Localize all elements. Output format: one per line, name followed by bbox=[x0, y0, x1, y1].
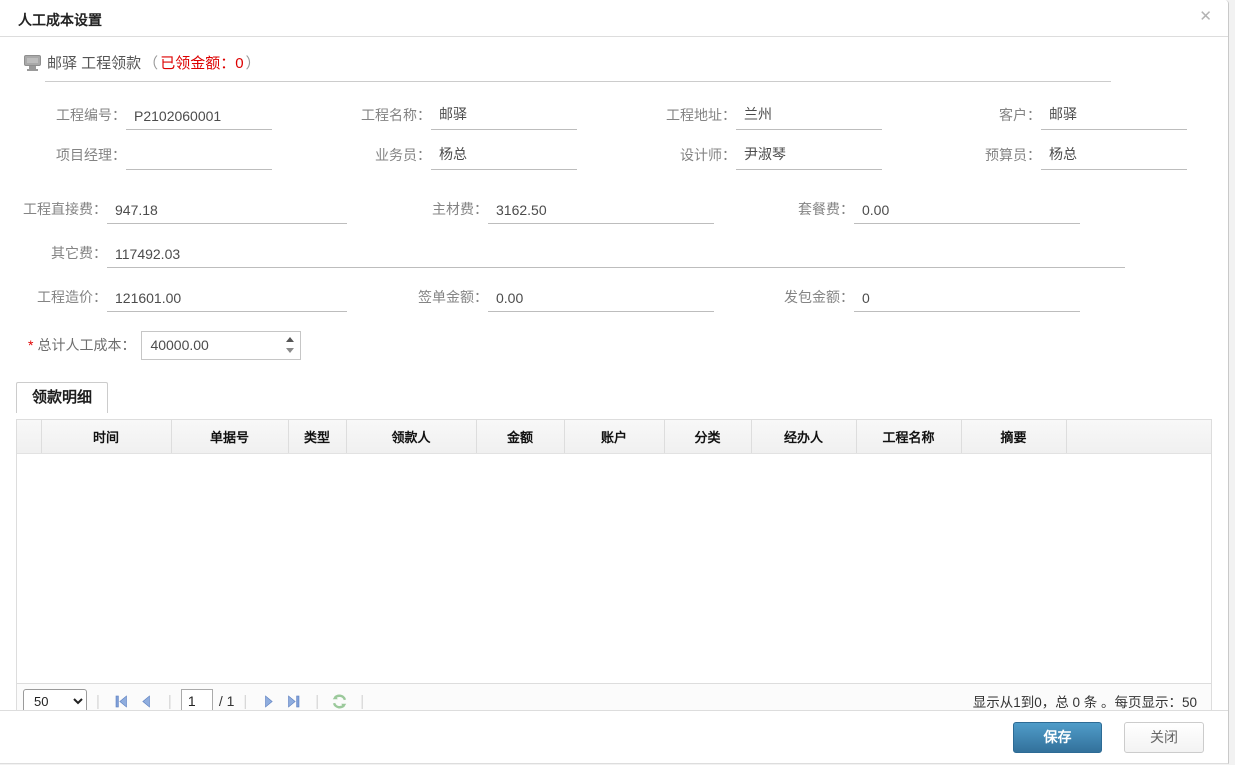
prev-page-icon[interactable] bbox=[139, 694, 154, 709]
sign-amount-value[interactable]: 0.00 bbox=[488, 290, 714, 312]
table-body-empty bbox=[17, 454, 1211, 683]
project-header: 邮驿 工程领款 （ 已领金额：0 ） bbox=[24, 52, 1228, 73]
project-cost-label: 工程造价： bbox=[16, 287, 107, 312]
project-manager-value[interactable] bbox=[126, 148, 272, 170]
next-page-icon[interactable] bbox=[261, 694, 276, 709]
other-fee-value[interactable]: 117492.03 bbox=[107, 246, 1125, 268]
total-labor-cost-field bbox=[141, 331, 301, 360]
col-payee[interactable]: 领款人 bbox=[346, 420, 476, 453]
payment-detail-table: 时间 单据号 类型 领款人 金额 账户 分类 经办人 工程名称 摘要 50 | bbox=[16, 419, 1212, 720]
page-total: / 1 bbox=[219, 693, 235, 709]
project-cost-value[interactable]: 121601.00 bbox=[107, 290, 347, 312]
col-receipt-no[interactable]: 单据号 bbox=[171, 420, 288, 453]
dialog-footer: 保存 关闭 bbox=[0, 710, 1228, 763]
contract-amount-label: 发包金额： bbox=[714, 287, 854, 312]
project-address-value[interactable]: 兰州 bbox=[736, 104, 882, 130]
col-category[interactable]: 分类 bbox=[664, 420, 751, 453]
other-fee-label: 其它费： bbox=[16, 243, 107, 268]
salesman-label: 业务员： bbox=[321, 145, 431, 170]
dialog-titlebar: 人工成本设置 ✕ bbox=[0, 0, 1228, 37]
project-address-label: 工程地址： bbox=[626, 105, 736, 130]
monitor-icon bbox=[24, 55, 41, 71]
header-underline bbox=[45, 81, 1111, 82]
paren-close: ） bbox=[246, 52, 261, 73]
total-labor-cost-label: 总计人工成本： bbox=[37, 335, 135, 355]
col-summary[interactable]: 摘要 bbox=[961, 420, 1066, 453]
material-fee-value[interactable]: 3162.50 bbox=[488, 202, 714, 224]
contract-amount-value[interactable]: 0 bbox=[854, 290, 1080, 312]
project-name-label: 工程名称： bbox=[321, 105, 431, 130]
save-button[interactable]: 保存 bbox=[1013, 722, 1102, 753]
labor-cost-dialog: 人工成本设置 ✕ 邮驿 工程领款 （ 已领金额：0 ） 工程编号： P21020… bbox=[0, 0, 1229, 764]
col-handler[interactable]: 经办人 bbox=[751, 420, 856, 453]
direct-fee-label: 工程直接费： bbox=[16, 199, 107, 224]
project-name-value[interactable]: 邮驿 bbox=[431, 104, 577, 130]
paren-open: （ bbox=[143, 52, 158, 73]
project-no-value[interactable]: P2102060001 bbox=[126, 108, 272, 130]
project-manager-label: 项目经理： bbox=[16, 145, 126, 170]
material-fee-label: 主材费： bbox=[347, 199, 488, 224]
refresh-icon[interactable] bbox=[332, 694, 347, 709]
spinner-down-icon[interactable] bbox=[286, 348, 294, 353]
close-icon[interactable]: ✕ bbox=[1199, 9, 1212, 24]
pagination-status: 显示从1到0，总 0 条 。每页显示：50 bbox=[973, 691, 1197, 711]
designer-value[interactable]: 尹淑琴 bbox=[736, 144, 882, 170]
project-no-label: 工程编号： bbox=[16, 105, 126, 130]
col-select bbox=[17, 420, 41, 453]
project-header-title: 邮驿 工程领款 bbox=[47, 52, 141, 73]
col-account[interactable]: 账户 bbox=[564, 420, 664, 453]
customer-value[interactable]: 邮驿 bbox=[1041, 104, 1187, 130]
direct-fee-value[interactable]: 947.18 bbox=[107, 202, 347, 224]
last-page-icon[interactable] bbox=[286, 694, 301, 709]
budgeter-label: 预算员： bbox=[931, 145, 1041, 170]
col-extra bbox=[1066, 420, 1211, 453]
project-form: 工程编号： P2102060001 工程名称： 邮驿 工程地址： 兰州 客户： … bbox=[0, 90, 1228, 370]
required-asterisk: * bbox=[28, 337, 33, 353]
table-header-row: 时间 单据号 类型 领款人 金额 账户 分类 经办人 工程名称 摘要 bbox=[17, 420, 1211, 453]
number-spinner[interactable] bbox=[286, 337, 294, 353]
col-type[interactable]: 类型 bbox=[288, 420, 346, 453]
dialog-title: 人工成本设置 bbox=[18, 10, 102, 30]
package-fee-value[interactable]: 0.00 bbox=[854, 202, 1080, 224]
first-page-icon[interactable] bbox=[114, 694, 129, 709]
customer-label: 客户： bbox=[931, 105, 1041, 130]
received-amount: 已领金额：0 bbox=[160, 52, 243, 73]
salesman-value[interactable]: 杨总 bbox=[431, 144, 577, 170]
designer-label: 设计师： bbox=[626, 145, 736, 170]
col-project-name[interactable]: 工程名称 bbox=[856, 420, 961, 453]
spinner-up-icon[interactable] bbox=[286, 337, 294, 342]
col-amount[interactable]: 金额 bbox=[476, 420, 564, 453]
total-labor-cost-input[interactable] bbox=[142, 332, 270, 359]
close-button[interactable]: 关闭 bbox=[1124, 722, 1204, 753]
sign-amount-label: 签单金额： bbox=[347, 287, 488, 312]
detail-tabbar: 领款明细 bbox=[16, 382, 1228, 413]
budgeter-value[interactable]: 杨总 bbox=[1041, 144, 1187, 170]
tab-payment-detail[interactable]: 领款明细 bbox=[16, 382, 108, 413]
col-time[interactable]: 时间 bbox=[41, 420, 171, 453]
package-fee-label: 套餐费： bbox=[714, 199, 854, 224]
